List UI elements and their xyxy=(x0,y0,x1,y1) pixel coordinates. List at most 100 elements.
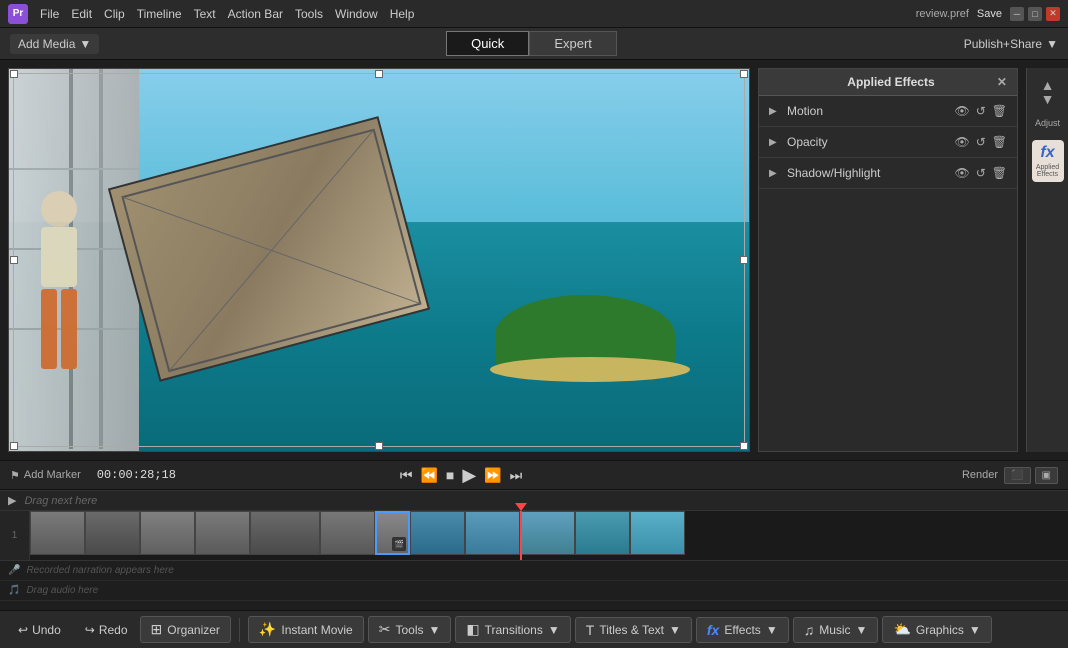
visibility-motion-icon[interactable]: 👁 xyxy=(954,104,969,118)
menu-file[interactable]: File xyxy=(40,7,59,21)
delete-motion-icon[interactable]: 🗑 xyxy=(992,104,1007,118)
undo-redo-group: ↩ Undo ↪ Redo xyxy=(10,619,136,641)
adjust-up-icon[interactable]: ▲ xyxy=(1041,78,1055,92)
close-button[interactable]: ✕ xyxy=(1046,7,1060,21)
timeline-expand-icon[interactable]: ▶ xyxy=(8,494,16,507)
reset-opacity-icon[interactable]: ↺ xyxy=(976,135,986,149)
minimize-button[interactable]: ─ xyxy=(1010,7,1024,21)
clip-thumb-3[interactable] xyxy=(140,511,195,555)
restore-button[interactable]: □ xyxy=(1028,7,1042,21)
add-media-button[interactable]: Add Media ▼ xyxy=(10,34,99,54)
step-forward-button[interactable]: ⏭ xyxy=(510,467,523,484)
effect-row-opacity: ▶ Opacity 👁 ↺ 🗑 xyxy=(759,127,1017,158)
publish-dropdown-icon: ▼ xyxy=(1046,37,1058,51)
playhead[interactable] xyxy=(520,511,522,560)
effects-button[interactable]: fx Effects ▼ xyxy=(696,617,789,643)
marker-flag-icon: ⚑ xyxy=(10,469,20,482)
play-button[interactable]: ▶ xyxy=(462,465,476,486)
step-back-button[interactable]: ⏮ xyxy=(400,467,413,484)
titles-icon: T xyxy=(586,622,595,638)
clip-thumb-10[interactable] xyxy=(575,511,630,555)
play-to-end-button[interactable]: ⏩ xyxy=(484,467,501,484)
transitions-button[interactable]: ◧ Transitions ▼ xyxy=(455,616,570,643)
expand-shadow-icon[interactable]: ▶ xyxy=(769,168,779,179)
ship-structure-svg xyxy=(9,69,139,449)
adjust-down-icon[interactable]: ▼ xyxy=(1041,92,1055,106)
person-area xyxy=(9,69,139,451)
render-area: Render ⬛ ▣ xyxy=(962,467,1058,484)
tools-icon: ✂ xyxy=(379,621,391,638)
preview-image xyxy=(9,69,749,451)
narration-track: 🎤 Recorded narration appears here xyxy=(0,561,1068,581)
expand-motion-icon[interactable]: ▶ xyxy=(769,106,779,117)
visibility-shadow-icon[interactable]: 👁 xyxy=(954,166,969,180)
menu-timeline[interactable]: Timeline xyxy=(137,7,182,21)
menu-window[interactable]: Window xyxy=(335,7,378,21)
clip-thumb-6[interactable] xyxy=(320,511,375,555)
clip-thumb-8[interactable] xyxy=(465,511,520,555)
tab-quick[interactable]: Quick xyxy=(446,31,529,56)
menu-items: File Edit Clip Timeline Text Action Bar … xyxy=(40,7,414,21)
instant-movie-button[interactable]: ✨ Instant Movie xyxy=(248,616,364,643)
titles-text-button[interactable]: T Titles & Text ▼ xyxy=(575,617,692,643)
tools-button[interactable]: ✂ Tools ▼ xyxy=(368,616,452,643)
top-toolbar: Add Media ▼ Quick Expert Publish+Share ▼ xyxy=(0,28,1068,60)
narration-hint: Recorded narration appears here xyxy=(26,565,173,576)
reset-shadow-icon[interactable]: ↺ xyxy=(976,166,986,180)
tab-expert[interactable]: Expert xyxy=(529,31,617,56)
panel-header: Applied Effects ✕ xyxy=(759,69,1017,96)
menu-edit[interactable]: Edit xyxy=(71,7,92,21)
panel-empty-space xyxy=(759,189,1017,451)
music-button[interactable]: ♫ Music ▼ xyxy=(793,617,879,643)
graphics-icon: ⛅ xyxy=(893,621,910,638)
effect-name-motion: Motion xyxy=(787,104,946,118)
playhead-marker xyxy=(515,503,527,511)
clip-thumb-7[interactable] xyxy=(410,511,465,555)
delete-opacity-icon[interactable]: 🗑 xyxy=(992,135,1007,149)
visibility-opacity-icon[interactable]: 👁 xyxy=(954,135,969,149)
render-buttons: ⬛ ▣ xyxy=(1004,467,1058,484)
effect-name-opacity: Opacity xyxy=(787,135,946,149)
effects-dropdown-icon: ▼ xyxy=(766,623,778,637)
panel-close-button[interactable]: ✕ xyxy=(997,75,1007,89)
menu-clip[interactable]: Clip xyxy=(104,7,125,21)
effect-icons-opacity: 👁 ↺ 🗑 xyxy=(954,135,1007,149)
fx-applied-effects-box[interactable]: fx Applied Effects xyxy=(1032,140,1064,182)
effects-icon: fx xyxy=(707,622,719,638)
clip-thumb-2[interactable] xyxy=(85,511,140,555)
clip-thumb-11[interactable] xyxy=(630,511,685,555)
delete-shadow-icon[interactable]: 🗑 xyxy=(992,166,1007,180)
graphics-button[interactable]: ⛅ Graphics ▼ xyxy=(882,616,991,643)
clip-thumb-5[interactable] xyxy=(250,511,320,555)
reset-motion-icon[interactable]: ↺ xyxy=(976,104,986,118)
clip-thumb-active[interactable]: 🎬 xyxy=(375,511,410,555)
bottom-toolbar: ↩ Undo ↪ Redo ⊞ Organizer ✨ Instant Movi… xyxy=(0,610,1068,648)
audio-icon: 🎵 xyxy=(8,585,20,596)
prev-frame-button[interactable]: ⏪ xyxy=(420,467,437,484)
effect-icons-motion: 👁 ↺ 🗑 xyxy=(954,104,1007,118)
stop-button[interactable]: ■ xyxy=(446,467,454,483)
menu-help[interactable]: Help xyxy=(390,7,415,21)
applied-effects-panel: Applied Effects ✕ ▶ Motion 👁 ↺ 🗑 ▶ Opaci… xyxy=(758,68,1018,452)
menu-action-bar[interactable]: Action Bar xyxy=(228,7,283,21)
menu-tools[interactable]: Tools xyxy=(295,7,323,21)
app-logo: Pr xyxy=(8,4,28,24)
expand-opacity-icon[interactable]: ▶ xyxy=(769,137,779,148)
adjust-sidebar: ▲ ▼ Adjust fx Applied Effects xyxy=(1026,68,1068,452)
organizer-button[interactable]: ⊞ Organizer xyxy=(140,616,231,643)
render-settings-button[interactable]: ▣ xyxy=(1035,467,1058,484)
undo-button[interactable]: ↩ Undo xyxy=(10,619,69,641)
save-button[interactable]: Save xyxy=(977,8,1002,20)
menu-text[interactable]: Text xyxy=(194,7,216,21)
publish-share-button[interactable]: Publish+Share ▼ xyxy=(964,37,1058,51)
clip-thumb-4[interactable] xyxy=(195,511,250,555)
render-preview-button[interactable]: ⬛ xyxy=(1004,467,1030,484)
track-content: 🎬 xyxy=(30,511,1068,560)
add-marker-button[interactable]: ⚑ Add Marker xyxy=(10,469,81,482)
main-content: Applied Effects ✕ ▶ Motion 👁 ↺ 🗑 ▶ Opaci… xyxy=(0,60,1068,460)
redo-button[interactable]: ↪ Redo xyxy=(77,619,136,641)
effect-icons-shadow: 👁 ↺ 🗑 xyxy=(954,166,1007,180)
clip-thumb-1[interactable] xyxy=(30,511,85,555)
clip-thumb-9[interactable] xyxy=(520,511,575,555)
fx-label: Applied Effects xyxy=(1036,164,1060,178)
